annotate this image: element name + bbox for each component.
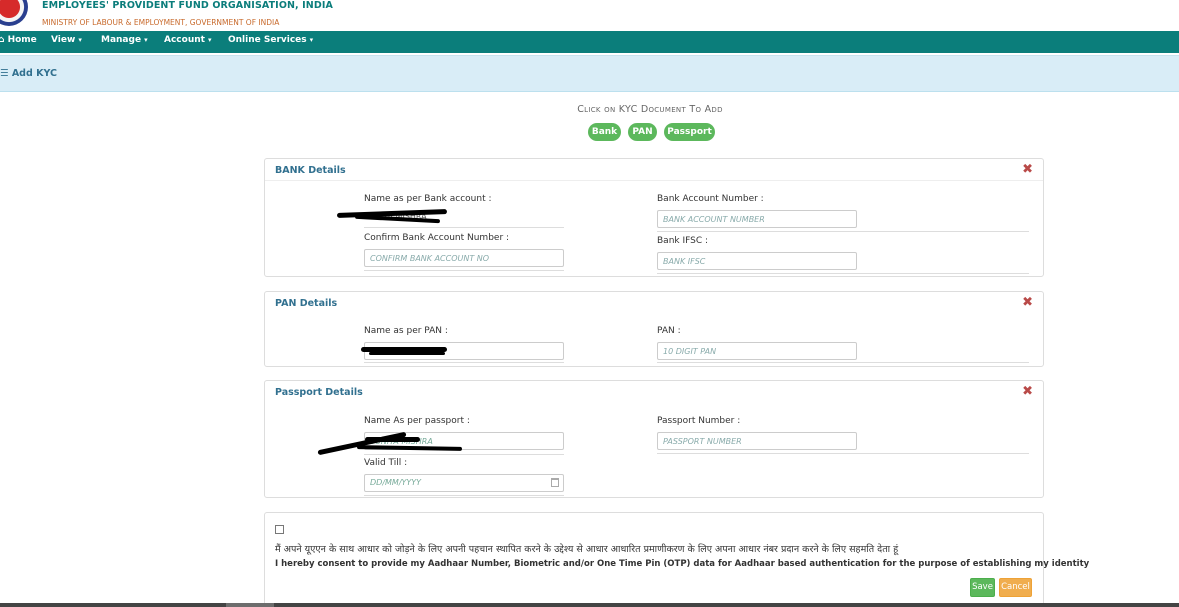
page-title: ☰ Add KYC <box>0 68 57 79</box>
redaction-mark <box>369 352 445 355</box>
redaction-mark <box>356 445 463 451</box>
passport-number-input[interactable] <box>657 432 857 450</box>
passport-name-label: Name As per passport : <box>364 416 470 426</box>
nav-home-label: Home <box>7 35 37 45</box>
valid-till-label: Valid Till : <box>364 458 408 468</box>
confirm-account-input[interactable] <box>364 249 564 267</box>
horizontal-scrollbar[interactable] <box>0 603 1179 607</box>
caret-down-icon: ▾ <box>144 36 148 44</box>
pan-label: PAN : <box>657 326 681 336</box>
caret-down-icon: ▾ <box>78 36 82 44</box>
nav-account-label: Account <box>164 35 205 45</box>
pan-input[interactable] <box>657 342 857 360</box>
nav-home[interactable]: ⌂ Home <box>0 35 37 45</box>
divider <box>657 273 1029 274</box>
site-header: EMPLOYEES' PROVIDENT FUND ORGANISATION, … <box>0 0 1179 31</box>
passport-details-panel: Passport Details ✖ Name As per passport … <box>264 380 1044 498</box>
epfo-logo <box>0 0 28 26</box>
account-number-label: Bank Account Number : <box>657 194 764 204</box>
nav-account[interactable]: Account ▾ <box>164 35 211 45</box>
nav-online-services-label: Online Services <box>228 35 307 45</box>
passport-number-label: Passport Number : <box>657 416 741 426</box>
divider <box>265 180 1043 181</box>
valid-till-placeholder: DD/MM/YYYY <box>370 478 422 487</box>
bank-details-panel: BANK Details ✖ Name as per Bank account … <box>264 158 1044 277</box>
nav-view[interactable]: View ▾ <box>51 35 82 45</box>
bank-panel-title: BANK Details <box>275 165 346 176</box>
org-subtitle: MINISTRY OF LABOUR & EMPLOYMENT, GOVERNM… <box>42 18 280 27</box>
nav-manage[interactable]: Manage ▾ <box>101 35 148 45</box>
divider <box>364 362 564 363</box>
confirm-account-label: Confirm Bank Account Number : <box>364 233 510 243</box>
passport-panel-title: Passport Details <box>275 387 363 398</box>
home-icon: ⌂ <box>0 35 5 45</box>
pan-panel-title: PAN Details <box>275 298 338 309</box>
valid-till-input[interactable]: DD/MM/YYYY <box>364 474 564 492</box>
page-title-bar: ☰ Add KYC <box>0 55 1179 92</box>
calendar-icon[interactable] <box>551 478 559 487</box>
close-icon[interactable]: ✖ <box>1022 295 1033 310</box>
scrollbar-thumb[interactable] <box>226 603 274 607</box>
divider <box>657 453 1029 454</box>
ifsc-input[interactable] <box>657 252 857 270</box>
bank-name-label: Name as per Bank account : <box>364 194 492 204</box>
close-icon[interactable]: ✖ <box>1022 162 1033 177</box>
consent-text-hindi: मैं अपने यूएएन के साथ आधार को जोड़ने के … <box>275 544 899 555</box>
main-navbar: ⌂ Home View ▾ Manage ▾ Account ▾ Online Ser… <box>0 31 1179 53</box>
kyc-caption: Click on KYC Document To Add <box>577 104 723 115</box>
cancel-button[interactable]: Cancel <box>999 578 1032 597</box>
divider <box>364 495 564 496</box>
save-button[interactable]: Save <box>970 578 995 597</box>
divider <box>657 362 1029 363</box>
org-title: EMPLOYEES' PROVIDENT FUND ORGANISATION, … <box>42 0 333 11</box>
pan-details-panel: PAN Details ✖ Name as per PAN : PAN : <box>264 291 1044 367</box>
aadhaar-consent-panel: मैं अपने यूएएन के साथ आधार को जोड़ने के … <box>264 512 1089 607</box>
divider <box>364 454 564 455</box>
add-pan-button[interactable]: PAN <box>628 123 657 141</box>
add-passport-button[interactable]: Passport <box>664 123 715 141</box>
caret-down-icon: ▾ <box>309 36 314 44</box>
nav-manage-label: Manage <box>101 35 142 45</box>
consent-text-english: I hereby consent to provide my Aadhaar N… <box>275 559 1090 569</box>
account-number-input[interactable] <box>657 210 857 228</box>
nav-online-services[interactable]: Online Services ▾ <box>228 35 313 45</box>
redaction-mark <box>354 214 441 224</box>
caret-down-icon: ▾ <box>207 36 212 44</box>
consent-checkbox[interactable] <box>275 525 284 534</box>
divider <box>364 270 564 271</box>
ifsc-label: Bank IFSC : <box>657 236 709 246</box>
pan-name-label: Name as per PAN : <box>364 326 448 336</box>
divider <box>657 231 1029 232</box>
close-icon[interactable]: ✖ <box>1022 384 1033 399</box>
redaction-mark <box>365 437 420 442</box>
nav-view-label: View <box>51 35 76 45</box>
divider <box>364 227 564 228</box>
add-bank-button[interactable]: Bank <box>588 123 621 141</box>
